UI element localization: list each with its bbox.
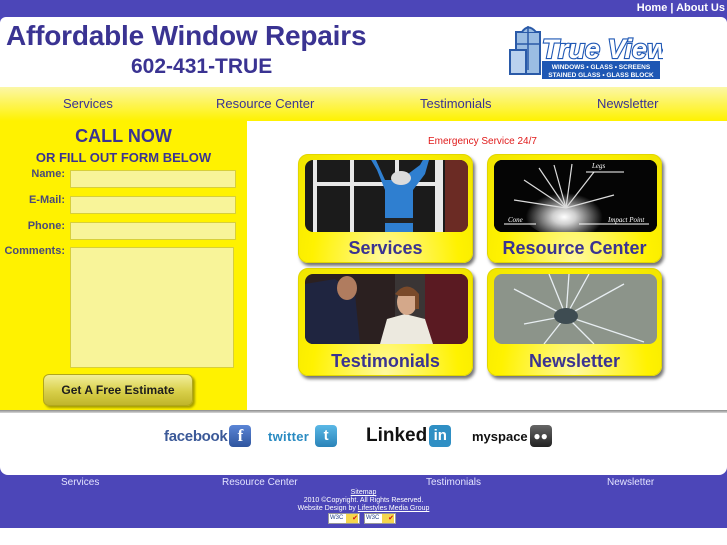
impact-point-caption: Impact Point xyxy=(608,216,645,224)
lifestyles-media-group-link[interactable]: Lifestyles Media Group xyxy=(358,505,430,512)
tile-testimonials[interactable]: Testimonials xyxy=(298,268,473,376)
tile-services-label: Services xyxy=(348,238,423,258)
legs-caption: Legs xyxy=(592,162,606,170)
main-nav: Services Resource Center Testimonials Ne… xyxy=(0,87,727,121)
check-icon: ✔ xyxy=(346,514,358,523)
copyright-text: 2010 ©Copyright. All Rights Reserved. xyxy=(303,497,424,504)
tile-services[interactable]: Services xyxy=(298,154,473,263)
nav-services[interactable]: Services xyxy=(63,96,113,111)
tile-resource-center-label: Resource Center xyxy=(502,238,647,258)
tile-testimonials-label: Testimonials xyxy=(331,351,440,371)
name-label: Name: xyxy=(31,168,65,180)
twitter-link[interactable]: twitter t xyxy=(268,424,338,448)
services-image xyxy=(305,160,468,232)
call-now-heading: CALL NOW xyxy=(75,126,172,146)
cone-caption: Cone xyxy=(508,216,523,224)
comments-textarea[interactable] xyxy=(70,247,234,368)
true-view-logo[interactable]: True View WINDOWS • GLASS • SCREENS STAI… xyxy=(508,22,671,82)
footer-nav-resource-center[interactable]: Resource Center xyxy=(222,477,298,488)
email-label: E-Mail: xyxy=(28,194,65,206)
site-phone: 602-431-TRUE xyxy=(131,55,273,78)
tile-newsletter-label: Newsletter xyxy=(528,351,621,371)
newsletter-image xyxy=(494,274,657,344)
design-credit-prefix: Website Design by xyxy=(297,505,358,512)
tile-newsletter[interactable]: Newsletter xyxy=(487,268,662,376)
svg-text:True View: True View xyxy=(542,34,663,64)
worker-window-image xyxy=(305,160,468,232)
footer-nav-testimonials[interactable]: Testimonials xyxy=(426,477,481,488)
check-icon: ✔ xyxy=(382,514,394,523)
home-link[interactable]: Home xyxy=(637,2,668,14)
design-credit: Website Design by Lifestyles Media Group xyxy=(0,505,727,512)
footer-nav-newsletter[interactable]: Newsletter xyxy=(607,477,654,488)
estimate-form: CALL NOW OR FILL OUT FORM BELOW Name: E-… xyxy=(0,121,247,411)
about-us-link[interactable]: About Us xyxy=(676,2,725,14)
phone-label: Phone: xyxy=(27,220,65,232)
myspace-link[interactable]: myspace ●● xyxy=(472,424,552,448)
footer-nav-services[interactable]: Services xyxy=(61,477,99,488)
top-links: Home | About Us xyxy=(637,2,725,14)
true-view-logo-icon: True View WINDOWS • GLASS • SCREENS STAI… xyxy=(509,26,671,79)
site-title[interactable]: Affordable Window Repairs xyxy=(6,20,367,52)
email-input[interactable] xyxy=(70,196,236,214)
emergency-service-text: Emergency Service 24/7 xyxy=(428,136,537,147)
sitemap-row: Sitemap xyxy=(0,489,727,496)
top-link-separator: | xyxy=(670,2,674,14)
cracked-glass-image xyxy=(494,274,657,344)
content-divider xyxy=(0,410,727,413)
validation-badges: W3C ✔ W3C ✔ xyxy=(328,513,396,524)
nav-newsletter[interactable]: Newsletter xyxy=(597,96,658,111)
linkedin-link[interactable]: Linked in xyxy=(366,424,452,448)
facebook-icon: f xyxy=(229,425,252,447)
main-container: Affordable Window Repairs 602-431-TRUE T… xyxy=(0,17,727,475)
facebook-label: facebook xyxy=(164,427,228,445)
form-subheading: OR FILL OUT FORM BELOW xyxy=(35,150,212,165)
svg-text:STAINED GLASS • GLASS BLOCK: STAINED GLASS • GLASS BLOCK xyxy=(548,72,654,79)
business-meeting-image xyxy=(305,274,468,344)
tile-resource-center[interactable]: Legs Cone Impact Point Resource Center xyxy=(487,154,662,263)
resource-center-image: Legs Cone Impact Point xyxy=(494,160,657,232)
get-free-estimate-button[interactable]: Get A Free Estimate xyxy=(43,374,193,406)
nav-testimonials[interactable]: Testimonials xyxy=(420,96,492,111)
phone-input[interactable] xyxy=(70,222,236,240)
myspace-icon: ●● xyxy=(529,425,552,447)
testimonials-image xyxy=(305,274,468,344)
twitter-label: twitter xyxy=(268,428,310,444)
w3c-css-badge[interactable]: W3C ✔ xyxy=(364,513,396,524)
svg-text:WINDOWS • GLASS • SCREENS: WINDOWS • GLASS • SCREENS xyxy=(552,64,651,71)
twitter-icon: t xyxy=(315,425,338,447)
w3c-xhtml-badge[interactable]: W3C ✔ xyxy=(328,513,360,524)
sitemap-link[interactable]: Sitemap xyxy=(351,489,377,496)
name-input[interactable] xyxy=(70,170,236,188)
linkedin-label: Linked xyxy=(366,425,428,446)
comments-label: Comments: xyxy=(4,245,65,257)
nav-resource-center[interactable]: Resource Center xyxy=(216,96,314,111)
linkedin-icon: in xyxy=(429,425,452,447)
facebook-link[interactable]: facebook f xyxy=(164,424,252,448)
myspace-label: myspace xyxy=(472,428,528,444)
